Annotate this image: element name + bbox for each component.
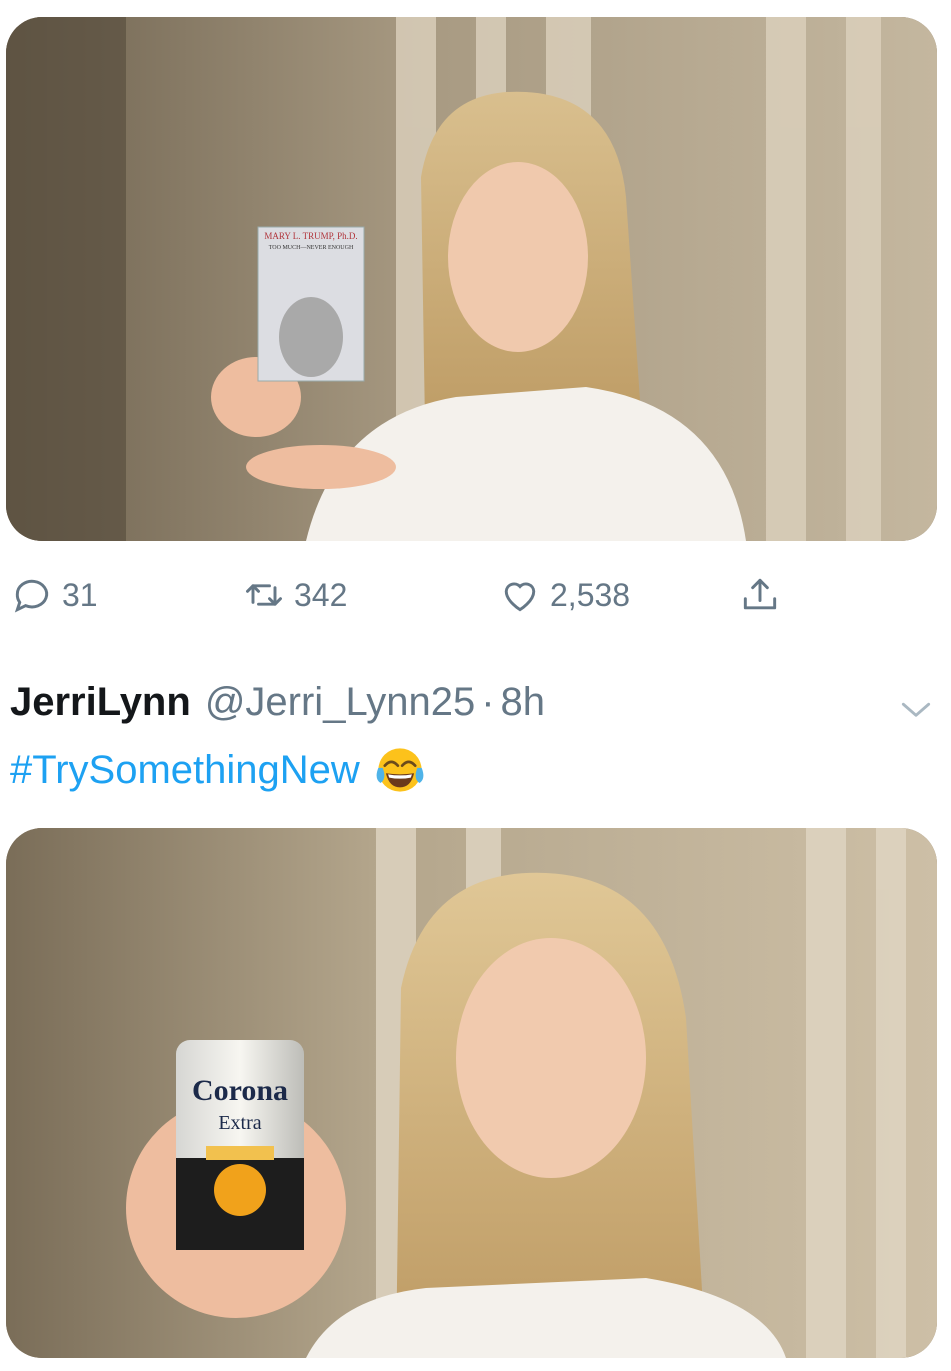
tweet-action-bar: 31 342 2,538 <box>0 565 951 625</box>
hashtag-link[interactable]: #TrySomethingNew <box>10 748 360 793</box>
share-icon <box>743 578 777 610</box>
chevron-down-icon[interactable] <box>897 690 935 728</box>
share-button[interactable] <box>738 565 782 625</box>
retweet-count: 342 <box>294 576 348 613</box>
user-handle[interactable]: @Jerri_Lynn25 <box>205 680 475 725</box>
display-name[interactable]: JerriLynn <box>10 680 191 725</box>
can-brand: Corona <box>191 1074 289 1107</box>
like-button[interactable]: 2,538 <box>498 565 630 625</box>
tweet-timestamp[interactable]: 8h <box>501 680 546 725</box>
reply-icon <box>14 579 49 613</box>
tweet-photo-can[interactable]: Corona Extra <box>6 828 937 1358</box>
book-title: TOO MUCH—NEVER ENOUGH <box>268 245 354 251</box>
retweet-button[interactable]: 342 <box>242 565 347 625</box>
face-with-tears-of-joy-icon <box>376 748 424 792</box>
tweet-text: #TrySomethingNew <box>10 740 941 800</box>
separator-dot: · <box>481 680 495 724</box>
tweet-photo-book[interactable]: MARY L. TRUMP, Ph.D. TOO MUCH—NEVER ENOU… <box>6 17 937 541</box>
tweet-header: JerriLynn @Jerri_Lynn25 · 8h <box>10 680 941 736</box>
like-count: 2,538 <box>550 576 631 613</box>
reply-button[interactable]: 31 <box>10 565 98 625</box>
book-author: MARY L. TRUMP, Ph.D. <box>264 231 358 241</box>
can-subbrand: Extra <box>218 1112 262 1134</box>
like-icon <box>504 582 536 612</box>
reply-count: 31 <box>62 576 98 613</box>
retweet-icon <box>246 584 282 606</box>
